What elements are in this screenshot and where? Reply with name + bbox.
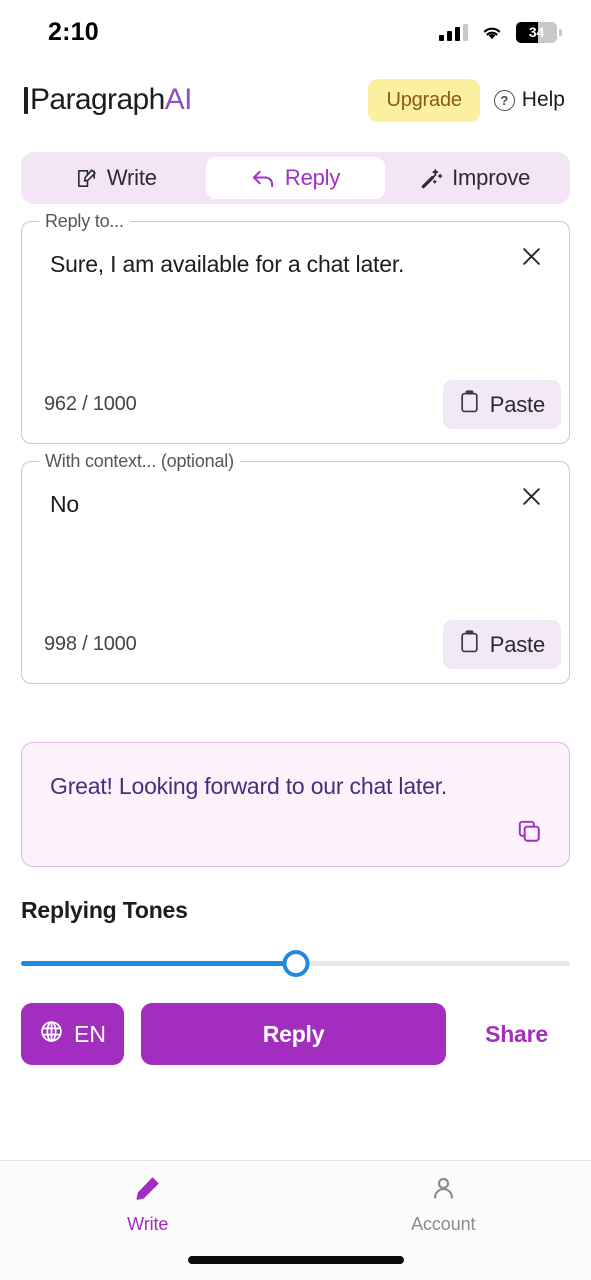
reply-to-field[interactable]: Reply to... Sure, I am available for a c… — [21, 211, 570, 444]
app-screen: 2:10 34 Paragraph AI Upgrade ? Help Writ… — [0, 0, 591, 1280]
tab-improve[interactable]: Improve — [385, 157, 565, 199]
logo-bar-icon — [24, 86, 28, 114]
context-footer: 998 / 1000 Paste — [22, 612, 569, 683]
language-button[interactable]: EN — [21, 1003, 124, 1065]
language-label: EN — [74, 1020, 106, 1047]
app-logo: Paragraph AI — [24, 83, 192, 117]
tab-write-label: Write — [106, 165, 157, 190]
tone-slider-fill — [21, 961, 296, 966]
question-circle-icon: ? — [493, 89, 515, 111]
nav-account-label: Account — [411, 1214, 476, 1234]
context-paste-button[interactable]: Paste — [442, 620, 561, 669]
reply-to-clear-button[interactable] — [511, 238, 551, 278]
reply-to-paste-button[interactable]: Paste — [442, 380, 561, 429]
reply-submit-button[interactable]: Reply — [140, 1003, 447, 1065]
logo-text-accent: AI — [164, 83, 193, 116]
context-value: No — [50, 491, 80, 517]
replying-tones-title: Replying Tones — [21, 897, 188, 923]
context-char-count: 998 / 1000 — [44, 633, 137, 655]
magic-wand-icon — [420, 167, 443, 190]
context-input[interactable]: No — [22, 462, 569, 612]
status-time: 2:10 — [48, 17, 99, 46]
battery-level: 34 — [528, 23, 545, 40]
globe-icon — [39, 1019, 64, 1050]
tab-write[interactable]: Write — [26, 157, 206, 199]
copy-icon — [516, 818, 542, 847]
status-bar: 2:10 34 — [0, 0, 591, 64]
upgrade-button[interactable]: Upgrade — [368, 78, 480, 122]
tone-slider-thumb[interactable] — [282, 950, 309, 977]
status-indicators: 34 — [439, 21, 562, 43]
logo-text-primary: Paragraph — [30, 83, 165, 116]
nav-item-account[interactable]: Account — [296, 1175, 591, 1235]
reply-to-footer: 962 / 1000 Paste — [22, 372, 569, 443]
clipboard-icon — [459, 630, 480, 659]
share-button[interactable]: Share — [463, 1021, 570, 1048]
nav-item-write[interactable]: Write — [0, 1175, 296, 1235]
help-label: Help — [521, 88, 565, 111]
cellular-signal-icon — [439, 23, 468, 41]
generated-result-text: Great! Looking forward to our chat later… — [50, 773, 448, 799]
help-button[interactable]: ? Help — [492, 84, 567, 116]
pencil-icon — [134, 1175, 161, 1205]
battery-icon: 34 — [516, 21, 562, 43]
mode-tab-bar: Write Reply Improve — [21, 152, 570, 204]
home-indicator — [187, 1256, 404, 1264]
reply-arrow-icon — [251, 167, 276, 190]
context-clear-button[interactable] — [511, 478, 551, 518]
wifi-icon — [481, 24, 503, 41]
reply-to-char-count: 962 / 1000 — [44, 393, 137, 415]
tab-reply-label: Reply — [284, 165, 341, 190]
generated-result-card: Great! Looking forward to our chat later… — [21, 742, 570, 867]
nav-write-label: Write — [127, 1214, 169, 1234]
context-paste-label: Paste — [489, 631, 545, 657]
tab-improve-label: Improve — [452, 165, 531, 190]
tone-slider[interactable] — [21, 950, 570, 978]
action-bar: EN Reply Share — [21, 1003, 570, 1065]
person-icon — [430, 1175, 457, 1205]
clipboard-icon — [459, 390, 480, 419]
close-x-icon — [519, 484, 544, 512]
reply-to-legend: Reply to... — [39, 211, 130, 232]
reply-to-paste-label: Paste — [489, 391, 545, 417]
context-field[interactable]: With context... (optional) No 998 / 1000 — [21, 451, 570, 684]
reply-to-input[interactable]: Sure, I am available for a chat later. — [22, 222, 569, 372]
tab-reply[interactable]: Reply — [205, 157, 386, 199]
edit-square-icon — [75, 167, 98, 190]
context-legend: With context... (optional) — [39, 451, 240, 472]
copy-result-button[interactable] — [509, 812, 549, 852]
close-x-icon — [519, 244, 544, 272]
app-header: Paragraph AI Upgrade ? Help — [0, 64, 591, 136]
reply-to-value: Sure, I am available for a chat later. — [50, 251, 405, 277]
bottom-navigation: Write Account — [0, 1160, 591, 1280]
